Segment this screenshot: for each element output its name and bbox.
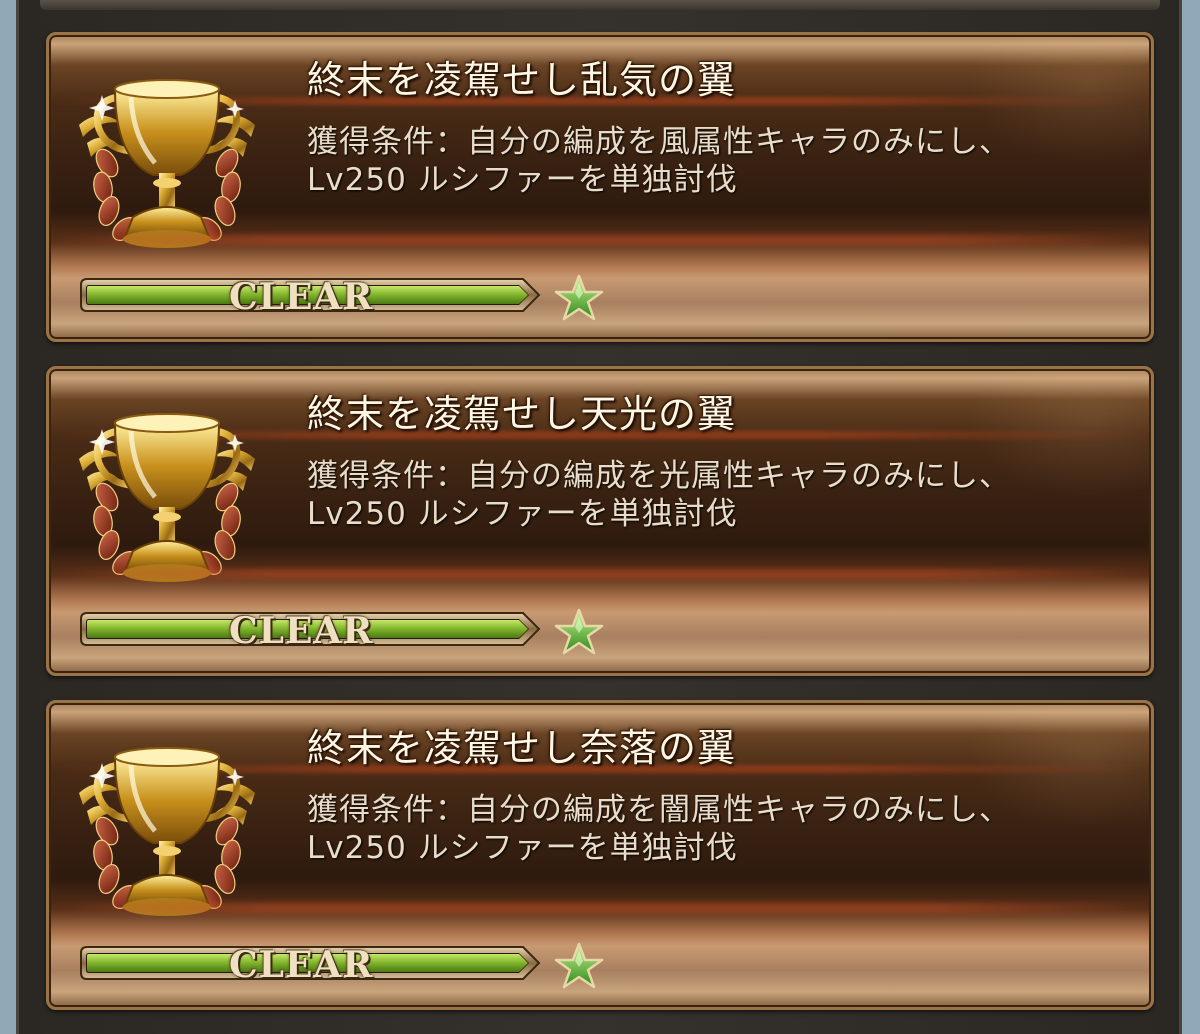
condition-line-1: 獲得条件：自分の編成を闇属性キャラのみにし、	[307, 792, 1011, 828]
frame-top-edge	[40, 0, 1160, 10]
achievement-title: 終末を凌駕せし天光の翼	[307, 392, 737, 436]
trophy-icon	[69, 67, 265, 251]
trophy-icon	[69, 401, 265, 585]
achievement-card[interactable]: 終末を凌駕せし乱気の翼 獲得条件：自分の編成を風属性キャラのみにし、 Lv250…	[46, 32, 1154, 342]
condition-line-2: Lv250 ルシファーを単独討伐	[307, 830, 738, 866]
condition-line-2: Lv250 ルシファーを単独討伐	[307, 162, 738, 198]
achievement-condition: 獲得条件：自分の編成を風属性キャラのみにし、 Lv250 ルシファーを単独討伐	[307, 123, 1137, 199]
condition-line-2: Lv250 ルシファーを単独討伐	[307, 496, 738, 532]
progress-bar: CLEAR	[79, 276, 541, 318]
progress-bar: CLEAR	[79, 944, 541, 986]
trophy-icon	[69, 735, 265, 919]
star-icon	[554, 608, 604, 655]
achievement-condition: 獲得条件：自分の編成を闇属性キャラのみにし、 Lv250 ルシファーを単独討伐	[307, 791, 1137, 867]
clear-label: CLEAR	[229, 276, 374, 318]
achievement-card[interactable]: 終末を凌駕せし天光の翼 獲得条件：自分の編成を光属性キャラのみにし、 Lv250…	[46, 366, 1154, 676]
condition-line-1: 獲得条件：自分の編成を光属性キャラのみにし、	[307, 458, 1011, 494]
condition-line-1: 獲得条件：自分の編成を風属性キャラのみにし、	[307, 124, 1011, 160]
achievement-title: 終末を凌駕せし乱気の翼	[307, 58, 737, 102]
star-icon	[554, 274, 604, 321]
star-icon	[554, 942, 604, 989]
progress-bar: CLEAR	[79, 610, 541, 652]
achievement-condition: 獲得条件：自分の編成を光属性キャラのみにし、 Lv250 ルシファーを単独討伐	[307, 457, 1137, 533]
clear-label: CLEAR	[229, 944, 374, 986]
achievement-title: 終末を凌駕せし奈落の翼	[307, 726, 737, 770]
clear-label: CLEAR	[229, 610, 374, 652]
achievement-card[interactable]: 終末を凌駕せし奈落の翼 獲得条件：自分の編成を闇属性キャラのみにし、 Lv250…	[46, 700, 1154, 1010]
